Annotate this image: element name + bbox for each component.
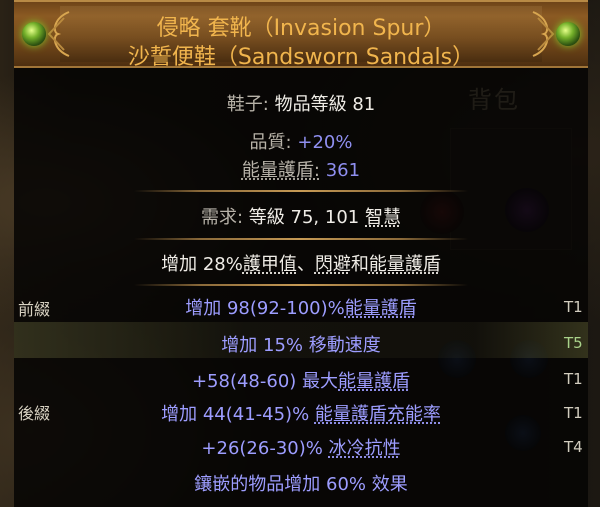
quality-label: 品質: <box>249 132 292 153</box>
explicit-mod: +26(26-30)% 冰冷抗性 <box>14 434 588 460</box>
implicit-and: 和 <box>350 254 369 275</box>
req-level-label: 等級 <box>248 207 285 228</box>
mod-tier: T4 <box>564 438 583 456</box>
item-level-label: 物品等級 <box>274 94 347 115</box>
mod-text: +26(26-30)% <box>201 438 329 459</box>
item-name: 侵略 套靴（Invasion Spur） <box>156 16 446 41</box>
mod-keyword: 能量護盾充能率 <box>314 404 441 425</box>
separator <box>134 238 468 240</box>
explicit-mod: 增加 15% 移動速度 <box>14 331 588 357</box>
mod-text: 增加 98(92-100)% <box>185 298 345 319</box>
implicit-es: 能量護盾 <box>368 254 441 275</box>
enchant-mod: 鑲嵌的物品增加 60% 效果 <box>194 474 408 495</box>
item-header: 侵略 套靴（Invasion Spur） 沙誓便鞋（Sandsworn Sand… <box>14 0 588 70</box>
explicit-mod: 增加 98(92-100)%能量護盾 <box>14 294 588 320</box>
mod-tier: T5 <box>564 334 583 352</box>
requirements-line: 需求: 等級 75, 101 智慧 <box>14 203 588 229</box>
separator <box>134 190 468 192</box>
mod-tier: T1 <box>564 370 583 388</box>
energy-shield-value: 361 <box>325 160 361 181</box>
mod-tier: T1 <box>564 404 583 422</box>
mod-keyword: 冰冷抗性 <box>328 438 401 459</box>
quality-line: 品質: +20% <box>14 128 588 154</box>
separator <box>134 284 468 286</box>
req-int-label: 智慧 <box>365 207 401 228</box>
item-tooltip: 侵略 套靴（Invasion Spur） 沙誓便鞋（Sandsworn Sand… <box>14 0 588 507</box>
mod-text: +58(48-60) 最大 <box>191 371 339 392</box>
implicit-evasion: 閃避 <box>314 254 351 275</box>
item-class: 鞋子: <box>226 94 269 115</box>
energy-shield-line: 能量護盾: 361 <box>14 156 588 182</box>
implicit-sep: 、 <box>296 254 315 275</box>
implicit-prefix: 增加 28% <box>161 254 243 275</box>
item-level: 81 <box>352 94 376 115</box>
implicit-mod: 增加 28%護甲值、閃避和能量護盾 <box>14 250 588 276</box>
mod-keyword: 能量護盾 <box>344 298 417 319</box>
energy-shield-label: 能量護盾: <box>241 160 320 181</box>
req-int-value: 101 <box>324 207 360 228</box>
mod-tier: T1 <box>564 298 583 316</box>
item-class-line: 鞋子: 物品等級 81 <box>14 90 588 116</box>
requirements-label: 需求: <box>200 207 244 228</box>
explicit-mod: +58(48-60) 最大能量護盾 <box>14 367 588 393</box>
explicit-mod: 增加 44(41-45)% 能量護盾充能率 <box>14 400 588 426</box>
item-base-type: 沙誓便鞋（Sandsworn Sandals） <box>127 45 475 70</box>
mod-text: 增加 44(41-45)% <box>161 404 315 425</box>
mod-keyword: 能量護盾 <box>338 371 411 392</box>
mod-text: 增加 15% 移動速度 <box>221 335 381 356</box>
req-level: 75, <box>290 207 320 228</box>
quality-value: +20% <box>297 132 353 153</box>
implicit-armour: 護甲值 <box>242 254 297 275</box>
